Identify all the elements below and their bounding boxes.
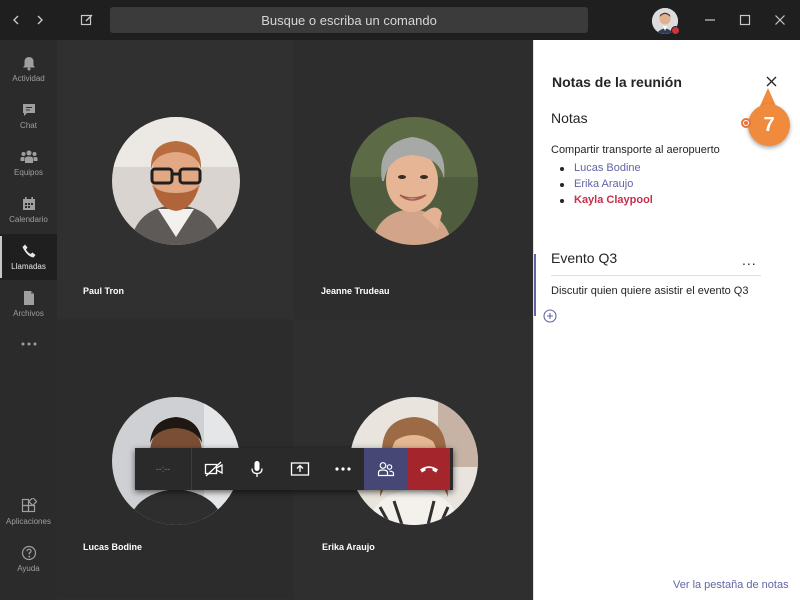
back-button[interactable]	[4, 8, 28, 32]
add-section-button[interactable]	[543, 309, 557, 323]
maximize-button[interactable]	[733, 8, 757, 32]
hang-up-button[interactable]	[407, 448, 450, 490]
chevron-right-icon	[37, 15, 43, 25]
rail-item-label: Equipos	[14, 168, 43, 177]
more-icon	[334, 467, 351, 471]
apps-icon	[21, 498, 37, 513]
participant-tile[interactable]: Paul Tron	[57, 40, 293, 318]
participant-video	[350, 117, 478, 245]
mention-kayla-claypool[interactable]: Kayla Claypool	[560, 194, 653, 210]
callout-target-dot	[741, 118, 751, 128]
presence-indicator	[671, 26, 680, 35]
bell-icon	[22, 57, 35, 71]
note-text[interactable]: Compartir transporte al aeropuerto	[551, 144, 720, 156]
chevron-left-icon	[13, 15, 19, 25]
close-window-button[interactable]	[768, 8, 792, 32]
note-bullet-list: Lucas Bodine Erika Araujo Kayla Claypool	[560, 162, 653, 210]
camera-toggle-button[interactable]	[192, 448, 235, 490]
mention-lucas-bodine[interactable]: Lucas Bodine	[560, 162, 653, 178]
compose-icon	[80, 14, 93, 26]
rail-item-label: Aplicaciones	[6, 517, 51, 526]
call-controls: --:--	[135, 448, 453, 490]
more-icon	[21, 342, 36, 346]
participants-icon	[377, 462, 394, 477]
mic-icon	[250, 461, 263, 477]
compose-button[interactable]	[75, 8, 99, 32]
rail-item-label: Ayuda	[17, 564, 40, 573]
minimize-icon	[705, 19, 715, 21]
phone-icon	[22, 244, 35, 258]
participant-tile[interactable]: Jeanne Trudeau	[295, 40, 531, 318]
participant-portrait	[350, 117, 478, 245]
call-stage: Paul Tron Jeanne Trudeau Lucas Bodine Er…	[57, 40, 533, 600]
section-focus-bar	[534, 254, 536, 316]
rail-item-label: Chat	[20, 121, 37, 130]
call-timer: --:--	[135, 448, 192, 490]
share-screen-button[interactable]	[278, 448, 321, 490]
help-icon	[21, 545, 36, 561]
rail-item-actividad[interactable]: Actividad	[0, 46, 57, 92]
section-text[interactable]: Discutir quien quiere asistir el evento …	[551, 285, 748, 297]
rail-item-ayuda[interactable]: Ayuda	[0, 536, 57, 582]
video-off-icon	[204, 461, 223, 477]
title-bar: Busque o escriba un comando	[0, 0, 800, 40]
forward-button[interactable]	[28, 8, 52, 32]
section-heading-notas[interactable]: Notas	[551, 110, 588, 126]
teams-window: Busque o escriba un comando Actividad Ch…	[0, 0, 800, 600]
rail-item-llamadas[interactable]: Llamadas	[0, 234, 57, 280]
rail-item-aplicaciones[interactable]: Aplicaciones	[0, 489, 57, 535]
rail-item-label: Archivos	[13, 309, 44, 318]
rail-item-label: Calendario	[9, 215, 48, 224]
hang-up-icon	[419, 466, 438, 473]
rail-item-chat[interactable]: Chat	[0, 93, 57, 139]
plus-circle-icon	[543, 309, 557, 323]
rail-item-calendario[interactable]: Calendario	[0, 187, 57, 233]
participant-name: Lucas Bodine	[83, 542, 143, 552]
more-actions-button[interactable]	[321, 448, 364, 490]
section-more-button[interactable]: ...	[742, 252, 757, 268]
teams-icon	[20, 150, 37, 163]
rail-item-label: Actividad	[12, 74, 45, 83]
file-icon	[23, 291, 34, 305]
section-heading-evento[interactable]: Evento Q3	[551, 250, 617, 266]
close-icon	[766, 76, 776, 86]
search-placeholder: Busque o escriba un comando	[261, 12, 437, 28]
minimize-button[interactable]	[698, 8, 722, 32]
maximize-icon	[739, 14, 751, 26]
calendar-icon	[22, 197, 35, 210]
participant-video	[112, 117, 240, 245]
notes-tab-link[interactable]: Ver la pestaña de notas	[673, 579, 789, 591]
mic-toggle-button[interactable]	[235, 448, 278, 490]
close-icon	[775, 15, 785, 25]
rail-item-label: Llamadas	[11, 262, 46, 271]
participant-name: Paul Tron	[83, 286, 125, 296]
participant-name: Erika Araujo	[322, 542, 375, 552]
rail-item-equipos[interactable]: Equipos	[0, 140, 57, 186]
divider	[551, 275, 761, 276]
participant-portrait	[112, 117, 240, 245]
participant-name: Jeanne Trudeau	[321, 286, 390, 296]
chat-icon	[22, 104, 35, 116]
step-callout-badge: 7	[748, 104, 790, 146]
share-screen-icon	[290, 462, 309, 476]
app-rail: Actividad Chat Equipos Calendario Llamad…	[0, 40, 57, 600]
search-input[interactable]: Busque o escriba un comando	[110, 7, 588, 33]
rail-item-more[interactable]	[0, 321, 57, 367]
mention-erika-araujo[interactable]: Erika Araujo	[560, 178, 653, 194]
participants-button[interactable]	[364, 448, 407, 490]
panel-title: Notas de la reunión	[552, 74, 682, 90]
